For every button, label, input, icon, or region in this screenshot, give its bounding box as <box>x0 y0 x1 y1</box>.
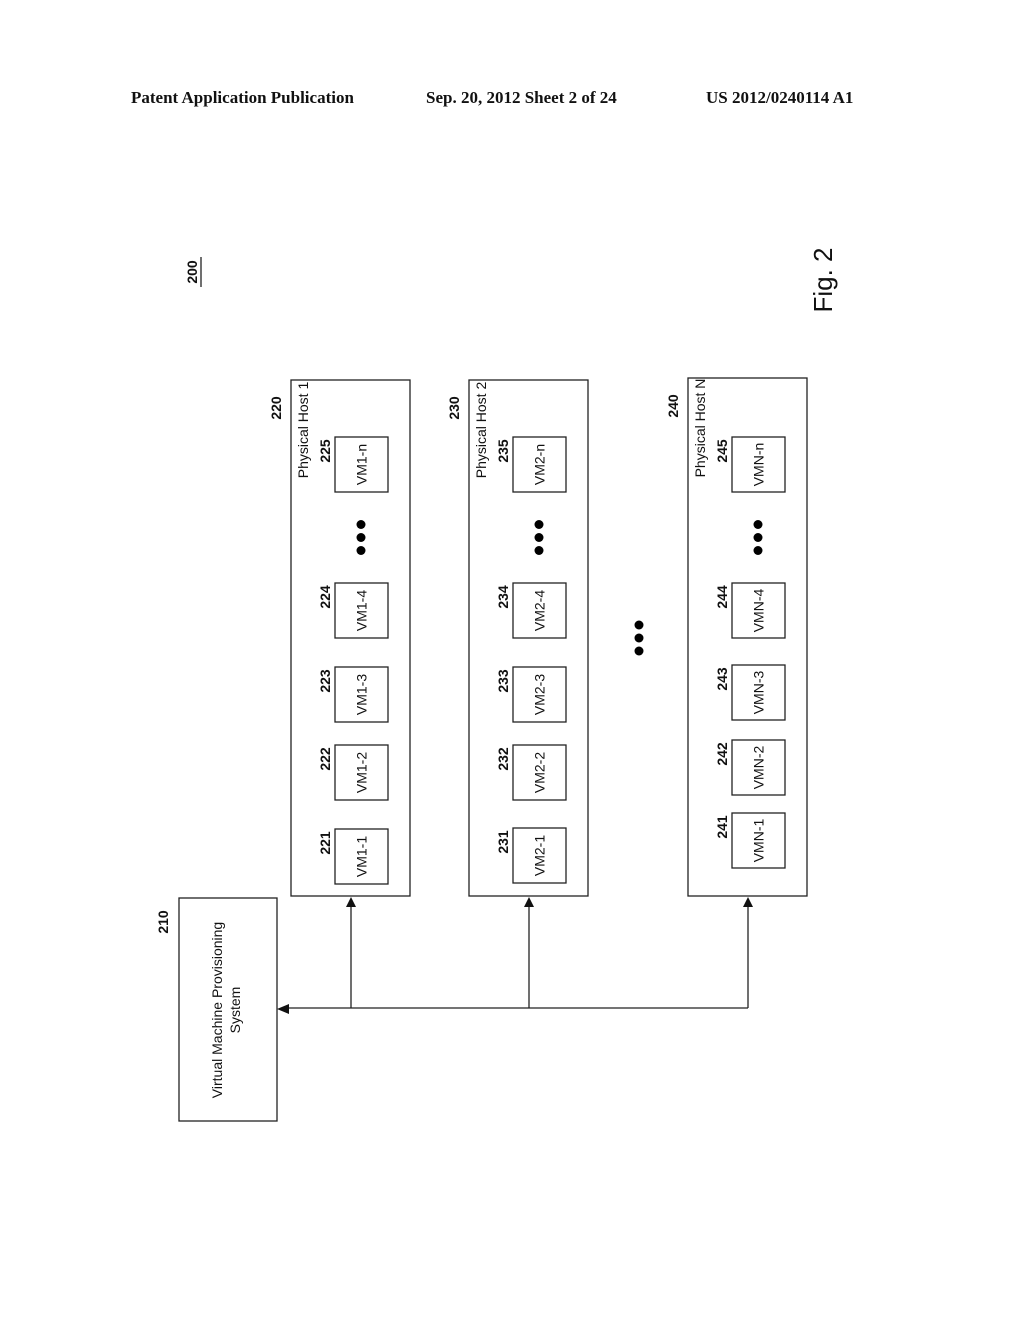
virtual-machine-ref: 243 <box>714 667 730 691</box>
virtual-machine-ref: 224 <box>317 585 333 609</box>
provisioning-system-label-line1: Virtual Machine Provisioning <box>209 922 225 1098</box>
virtual-machine-label: VM2-n <box>532 444 548 485</box>
virtual-machine-ref: 242 <box>714 742 730 766</box>
figure-ref: 200 <box>184 257 202 287</box>
virtual-machine-ref: 245 <box>714 439 730 463</box>
virtual-machine-label: VM2-3 <box>532 674 548 715</box>
figure-caption-text: Fig. 2 <box>808 247 838 312</box>
virtual-machine-ref: 225 <box>317 439 333 463</box>
virtual-machine-ref: 241 <box>714 815 730 839</box>
virtual-machine-ref: 235 <box>495 439 511 463</box>
virtual-machine-label: VM2-2 <box>532 752 548 793</box>
virtual-machine-ref: 231 <box>495 830 511 854</box>
physical-host-label: Physical Host 2 <box>473 382 489 479</box>
physical-host-label: Physical Host N <box>692 379 708 478</box>
virtual-machine-label: VMN-3 <box>751 671 767 715</box>
physical-host-ref: 240 <box>665 394 681 418</box>
physical-host-ref: 220 <box>268 396 284 420</box>
virtual-machine-ref: 244 <box>714 585 730 609</box>
virtual-machine-label: VM2-4 <box>532 590 548 631</box>
virtual-machine-label: VM1-2 <box>354 752 370 793</box>
virtual-machine-label: VM2-1 <box>532 835 548 876</box>
arrow-to-host-icon <box>346 897 356 907</box>
more-vms-ellipsis-icon <box>356 520 366 555</box>
physical-host-ref: 230 <box>446 396 462 420</box>
virtual-machine-ref: 223 <box>317 669 333 693</box>
virtual-machine-label: VMN-4 <box>751 589 767 633</box>
arrow-to-host-icon <box>743 897 753 907</box>
virtual-machine-label: VM1-1 <box>354 836 370 877</box>
virtual-machine-ref: 232 <box>495 747 511 771</box>
physical-host: 220 Physical Host 1 VM1-1 221 VM1-2 222 VM1-3 2… <box>268 379 411 1008</box>
figure-ref-text: 200 <box>184 260 200 284</box>
arrow-to-host-icon <box>524 897 534 907</box>
provisioning-system-label-line2: System <box>227 987 243 1034</box>
provisioning-system: Virtual Machine Provisioning System 210 <box>155 897 278 1122</box>
physical-host: 240 Physical Host N VMN-1 241 VMN-2 242 VMN-3 2… <box>665 377 808 1008</box>
virtual-machine-label: VM1-4 <box>354 590 370 631</box>
virtual-machine-label: VM1-n <box>354 444 370 485</box>
more-vms-ellipsis-icon <box>534 520 544 555</box>
virtual-machine-label: VMN-1 <box>751 819 767 863</box>
provisioning-system-ref: 210 <box>155 910 171 934</box>
virtual-machine-label: VMN-2 <box>751 746 767 790</box>
physical-host: 230 Physical Host 2 VM2-1 231 VM2-2 232 VM2-3 2… <box>446 379 589 1008</box>
figure-caption: Fig. 2 <box>808 247 838 312</box>
arrow-to-provisioning-system-icon <box>277 1004 289 1014</box>
physical-hosts: 220 Physical Host 1 VM1-1 221 VM1-2 222 VM1-3 2… <box>268 377 808 1008</box>
virtual-machine-ref: 234 <box>495 585 511 609</box>
virtual-machine-ref: 233 <box>495 669 511 693</box>
connection-bus <box>277 1004 748 1014</box>
more-hosts-ellipsis-icon <box>634 620 644 656</box>
diagram-canvas: 200 Fig. 2 Virtual Machine Provisioning … <box>155 247 838 1122</box>
virtual-machine-label: VM1-3 <box>354 674 370 715</box>
virtual-machine-ref: 222 <box>317 747 333 771</box>
virtual-machine-label: VMN-n <box>751 443 767 487</box>
physical-host-label: Physical Host 1 <box>295 382 311 479</box>
virtual-machine-ref: 221 <box>317 831 333 855</box>
more-vms-ellipsis-icon <box>753 520 763 555</box>
